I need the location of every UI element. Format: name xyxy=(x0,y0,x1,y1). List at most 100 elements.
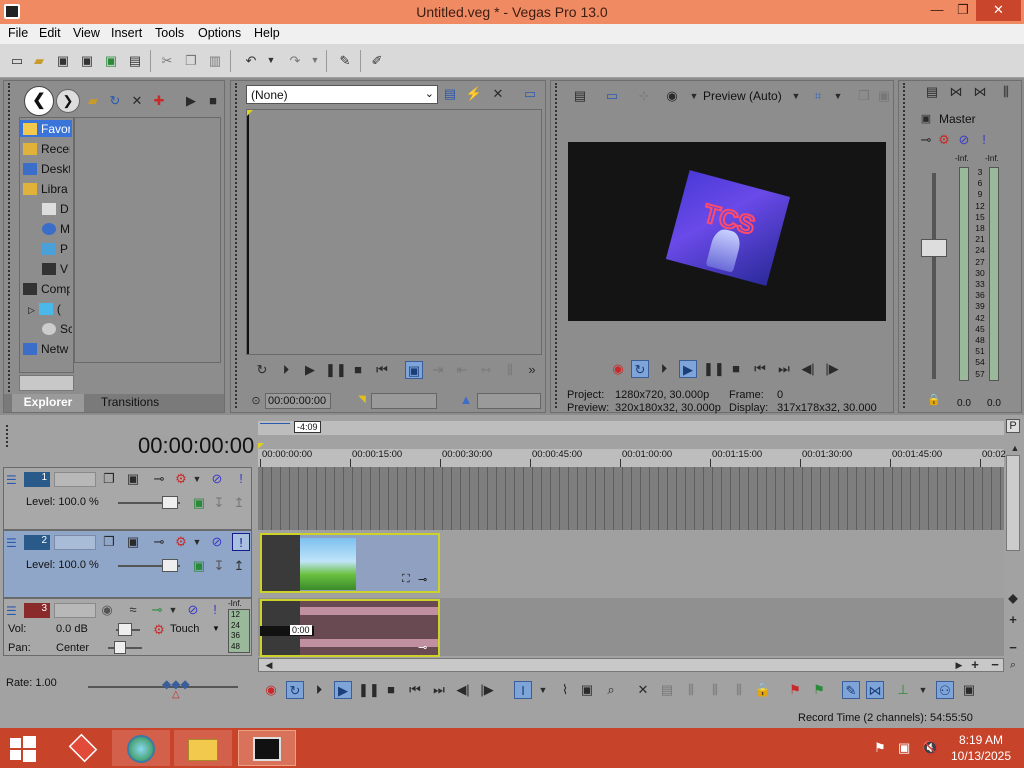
tl-next-frame-icon[interactable]: |▶ xyxy=(478,681,496,699)
track-collapse-icon[interactable]: ☰ xyxy=(6,473,17,487)
zoom-out-track-icon[interactable]: − xyxy=(1004,639,1022,657)
track-fx-icon[interactable]: ⊸ xyxy=(150,470,168,488)
save-snapshot-icon[interactable]: ▣ xyxy=(875,87,893,105)
split-screen-icon[interactable]: ◉ xyxy=(663,87,681,105)
menu-options[interactable]: Options xyxy=(198,26,241,40)
add-favorite-icon[interactable]: ✚ xyxy=(150,92,168,110)
trimmer-stop-icon[interactable]: ■ xyxy=(349,361,367,379)
tree-item-dvd[interactable]: Sc xyxy=(42,322,72,336)
tree-item-videos[interactable]: V xyxy=(42,262,72,276)
tree-item-desktop[interactable]: Deskt xyxy=(23,162,70,176)
tl-play-icon[interactable]: ▶ xyxy=(334,681,352,699)
undo-icon[interactable]: ↶ xyxy=(242,52,260,69)
time-ruler[interactable]: 00:00:00:00 00:00:15:00 00:00:30:00 00:00:4… xyxy=(258,449,1006,467)
track-motion-icon[interactable]: ❐ xyxy=(100,533,118,551)
menu-edit[interactable]: Edit xyxy=(39,26,61,40)
touch-gear-icon[interactable]: ⚙ xyxy=(150,621,168,639)
arm-record-icon[interactable]: ◉ xyxy=(98,601,116,619)
trimmer-view[interactable] xyxy=(246,109,542,355)
length-icon[interactable]: ▲ xyxy=(457,391,475,409)
pin-icon[interactable]: ⊙ xyxy=(247,392,265,410)
tl-loop-icon[interactable]: ↻ xyxy=(286,681,304,699)
auto-crossfade-icon[interactable]: ⋈ xyxy=(866,681,884,699)
tree-item-recent[interactable]: Recen xyxy=(23,142,70,156)
taskbar-app-vegas-icon[interactable] xyxy=(54,730,112,766)
whats-this-icon[interactable]: ✐ xyxy=(368,52,386,69)
vertical-scrollbar[interactable] xyxy=(1006,455,1020,551)
forward-button[interactable]: ❯ xyxy=(56,89,80,113)
envelope-edit-icon[interactable]: ⌇ xyxy=(556,681,574,699)
minimize-button[interactable]: — xyxy=(924,0,950,21)
close-button[interactable]: ✕ xyxy=(976,0,1021,21)
preview-quality[interactable]: Preview (Auto) xyxy=(703,89,782,103)
compositing-icon[interactable]: ▣ xyxy=(190,557,208,575)
mute-icon[interactable]: ⊘ xyxy=(208,470,226,488)
loop-icon[interactable]: ↻ xyxy=(253,361,271,379)
clip-fx-icon[interactable]: ⊸ xyxy=(418,573,427,586)
solo-icon[interactable]: ! xyxy=(232,470,250,488)
preview-play-icon[interactable]: ▶ xyxy=(679,360,697,378)
pan-slider[interactable] xyxy=(114,641,126,654)
maximize-button[interactable]: ❐ xyxy=(950,0,976,21)
tl-delete-icon[interactable]: ✕ xyxy=(634,681,652,699)
tree-hscrollbar[interactable] xyxy=(19,375,74,391)
clock-time[interactable]: 8:19 AM xyxy=(944,733,1018,747)
track-collapse-icon[interactable]: ☰ xyxy=(6,536,17,550)
zoom-in-time-icon[interactable]: + xyxy=(966,656,984,674)
preview-stop-icon[interactable]: ■ xyxy=(727,360,745,378)
split-icon[interactable]: ⫼ xyxy=(501,361,519,379)
trim-icon[interactable]: ▤ xyxy=(658,681,676,699)
new-icon[interactable]: ▭ xyxy=(8,52,26,69)
redo-dropdown-icon[interactable]: ▼ xyxy=(306,52,324,69)
tl-play-start-icon[interactable]: ⏵ xyxy=(310,681,328,699)
track-1-lane[interactable] xyxy=(258,467,1004,530)
track-gear-dropdown-icon[interactable]: ▼ xyxy=(188,470,206,488)
insert-marker-icon[interactable]: ⚑ xyxy=(786,681,804,699)
trimmer-pause-icon[interactable]: ❚❚ xyxy=(325,361,347,379)
master-fader[interactable] xyxy=(921,239,947,257)
scroll-left-icon[interactable]: ◀ xyxy=(260,656,278,674)
track-3-header[interactable]: ☰ 3 ◉ ≈ ⊸ ▼ ⊘ ! -Inf. 12 24 36 48 Vol: 0.0 … xyxy=(3,598,252,656)
preview-properties-icon[interactable]: ▤ xyxy=(571,87,589,105)
tl-prev-frame-icon[interactable]: ◀| xyxy=(454,681,472,699)
automation-mode[interactable]: Touch xyxy=(170,623,199,635)
split-dropdown-icon[interactable]: ▼ xyxy=(685,87,703,105)
tl-stop-icon[interactable]: ■ xyxy=(382,681,400,699)
tree-item-network[interactable]: Netw xyxy=(23,342,70,356)
auto-ripple-icon[interactable]: ✎ xyxy=(842,681,860,699)
length-field[interactable] xyxy=(477,393,541,409)
audio-fx-dropdown-icon[interactable]: ▼ xyxy=(164,601,182,619)
tree-item-favorites[interactable]: Favor xyxy=(23,122,70,136)
master-mute-icon[interactable]: ⊘ xyxy=(955,131,973,149)
copy-snapshot-icon[interactable]: ❐ xyxy=(855,87,873,105)
volume-muted-icon[interactable]: 🔇 xyxy=(922,740,938,756)
open-icon[interactable]: ▰ xyxy=(30,52,48,69)
snapping-dropdown-icon[interactable]: ▼ xyxy=(914,681,932,699)
preset-select[interactable]: (None) ⌄ xyxy=(246,85,438,104)
play-from-start-icon[interactable]: ⏵ xyxy=(277,361,295,379)
automation-dropdown-icon[interactable]: ▼ xyxy=(212,624,220,633)
in-point-field[interactable] xyxy=(371,393,437,409)
audio-fx-icon[interactable]: ⊸ xyxy=(418,641,427,654)
invert-phase-icon[interactable]: ≈ xyxy=(124,601,142,619)
marker-bar[interactable] xyxy=(258,421,1004,435)
track-3-name[interactable] xyxy=(54,603,96,618)
marker-toggle-icon[interactable]: P xyxy=(1006,419,1020,433)
tree-item-computer[interactable]: Comp xyxy=(23,282,70,296)
fit-icon[interactable]: ⇿ xyxy=(477,361,495,379)
solo-icon[interactable]: ! xyxy=(206,601,224,619)
up-folder-icon[interactable]: ▰ xyxy=(84,92,102,110)
delete-icon[interactable]: ✕ xyxy=(128,92,146,110)
master-gear-icon[interactable]: ⚙ xyxy=(935,131,953,149)
trimmer-play-icon[interactable]: ▶ xyxy=(301,361,319,379)
edit-tool-dropdown-icon[interactable]: ▼ xyxy=(534,681,552,699)
split-clip-icon[interactable]: ⫼ xyxy=(730,681,748,699)
tl-go-end-icon[interactable]: ⏭ xyxy=(430,681,448,699)
preview-pause-icon[interactable]: ❚❚ xyxy=(703,360,725,378)
level-slider[interactable] xyxy=(162,496,178,509)
start-button[interactable] xyxy=(6,736,38,762)
add-up-to-cursor-icon[interactable]: ⇤ xyxy=(453,361,471,379)
tree-item-pictures[interactable]: P xyxy=(42,242,72,256)
track-gear-dropdown-icon[interactable]: ▼ xyxy=(188,533,206,551)
in-point-icon[interactable]: ◥ xyxy=(353,391,371,409)
